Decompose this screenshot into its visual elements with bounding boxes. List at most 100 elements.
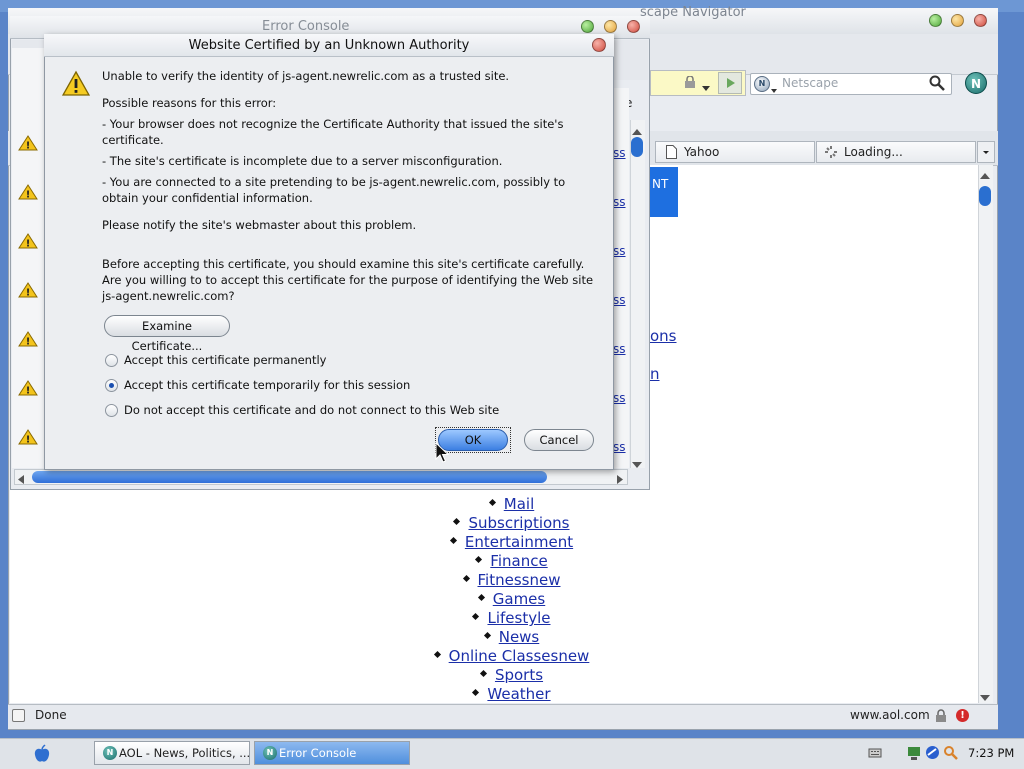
source-link[interactable]: ss [613,391,626,405]
radio-accept-session[interactable] [105,379,118,392]
radio-do-not-accept[interactable] [105,404,118,417]
list-item: Subscriptions [0,514,1024,533]
status-globe-icon[interactable] [925,745,940,763]
search-placeholder: Netscape [782,76,839,90]
search-field[interactable] [750,73,952,95]
network-icon[interactable] [907,745,921,764]
netscape-icon: N [103,746,117,760]
chevron-down-icon [983,151,989,154]
svg-text:!: ! [26,141,31,152]
error-indicator-icon[interactable]: ! [956,709,969,722]
tab-yahoo[interactable]: Yahoo [655,141,815,163]
list-item: Mail [0,495,1024,514]
examine-certificate-button[interactable]: Examine Certificate... [104,315,230,353]
loading-spinner-icon [824,145,838,165]
scroll-up-icon[interactable] [980,168,990,182]
warning-icon: ! [18,282,38,299]
radio-label: Accept this certificate temporarily for … [124,378,411,392]
close-button[interactable] [627,20,640,33]
tab-label: Yahoo [684,145,720,159]
cancel-button[interactable]: Cancel [524,429,594,451]
svg-text:!: ! [26,337,31,348]
clock: 7:23 PM [968,746,1015,760]
dialog-intro: Unable to verify the identity of js-agen… [102,69,510,83]
scroll-down-icon[interactable] [632,457,642,471]
apple-menu-icon[interactable] [32,744,52,767]
menu-link-news[interactable]: News [499,628,540,646]
menu-link-games[interactable]: Games [493,590,545,608]
minimize-button[interactable] [951,14,964,27]
list-item: Entertainment [0,533,1024,552]
menu-link-entertainment[interactable]: Entertainment [465,533,573,551]
source-link[interactable]: ss [613,342,626,356]
radio-label: Do not accept this certificate and do no… [124,403,500,417]
dialog-close-button[interactable] [592,38,606,52]
scroll-up-icon[interactable] [632,124,642,138]
source-link[interactable]: ss [613,195,626,209]
menu-link-lifestyle[interactable]: Lifestyle [487,609,550,627]
menu-link-weather[interactable]: Weather [487,685,550,703]
scrollbar-thumb[interactable] [32,471,547,483]
warning-icon: ! [18,429,38,446]
status-url: www.aol.com [850,708,930,722]
error-console-title: Error Console [262,19,350,34]
go-button[interactable] [718,72,742,94]
reason-item: - You are connected to a site pretending… [102,175,566,205]
scroll-right-icon[interactable] [617,473,623,487]
close-button[interactable] [974,14,987,27]
tab-loading[interactable]: Loading... [816,141,976,163]
warning-icon: ! [18,233,38,250]
menu-link-online-classes[interactable]: Online Classesnew [449,647,590,665]
search-icon[interactable] [929,75,945,94]
taskbar-item-aol[interactable]: AOL - News, Politics, ... [94,741,250,765]
vertical-scrollbar[interactable] [978,165,993,703]
taskbar-item-error-console[interactable]: Error Console [254,741,410,765]
menu-link-sports[interactable]: Sports [495,666,543,684]
menu-link-fitness[interactable]: Fitnessnew [478,571,561,589]
radio-accept-permanently[interactable] [105,354,118,367]
tab-label: Loading... [844,145,903,159]
svg-text:!: ! [26,190,31,201]
minimize-button[interactable] [604,20,617,33]
menu-link-finance[interactable]: Finance [490,552,547,570]
highlight-block: NT [650,167,678,217]
lock-icon [683,75,697,88]
netscape-icon: N [263,746,277,760]
menu-link-subscriptions[interactable]: Subscriptions [468,514,569,532]
scroll-down-icon[interactable] [980,690,990,704]
warning-icon: ! [18,380,38,397]
tab-list-button[interactable] [977,141,995,163]
partial-link[interactable]: n [650,365,660,383]
menu-link-mail[interactable]: Mail [504,495,534,513]
go-arrow-icon [727,78,735,88]
list-item: Online Classesnew [0,647,1024,666]
offline-status-icon[interactable] [12,709,25,722]
error-list-scrollbar[interactable] [630,120,645,468]
search-engine-dropdown-icon[interactable] [771,82,777,96]
url-dropdown-icon[interactable] [702,80,710,94]
list-item: Fitnessnew [0,571,1024,590]
search-engine-icon[interactable]: N [754,76,770,92]
maximize-button[interactable] [581,20,594,33]
scroll-left-icon[interactable] [18,473,24,487]
keyboard-icon[interactable] [868,746,882,763]
error-list [12,48,47,468]
page-icon [666,145,677,165]
partial-link[interactable]: ons [650,327,677,345]
maximize-button[interactable] [929,14,942,27]
svg-text:!: ! [26,435,31,446]
source-link[interactable]: ss [613,244,626,258]
source-link[interactable]: ss [613,146,626,160]
notify-text: Please notify the site's webmaster about… [102,218,417,232]
search-tray-icon[interactable] [943,745,958,763]
source-link[interactable]: ss [613,440,626,454]
security-lock-icon[interactable] [934,709,948,726]
navigator-title: scape Navigator [640,5,746,20]
scrollbar-thumb[interactable] [631,137,643,157]
list-item: News [0,628,1024,647]
warning-icon: ! [18,135,38,152]
mouse-cursor-icon [435,441,450,464]
scrollbar-thumb[interactable] [979,186,991,206]
source-link[interactable]: ss [613,293,626,307]
list-item: Weather [0,685,1024,704]
